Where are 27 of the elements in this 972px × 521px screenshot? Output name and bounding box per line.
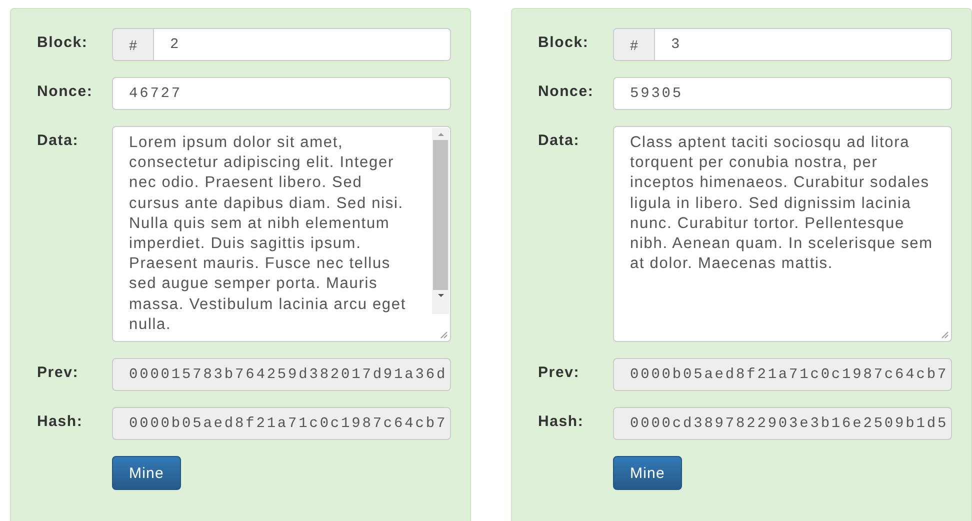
field-label: Nonce: xyxy=(538,82,595,102)
hash-field: 0000cd3897822903e3b16e2509b1d5 xyxy=(613,407,952,440)
mine-button[interactable]: Mine xyxy=(112,456,181,490)
data-textarea[interactable]: Lorem ipsum dolor sit amet, consectetur adipiscing elit. Integer nec odio. Praesent libero. Sed cursus ante dapibus diam. Sed nisi. Nulla quis sem at nibh elementum imperdiet. Duis sagittis ipsum. Praesent mauris. Fusce nec tellus sed augue semper porta. Mauris massa. Vestibulum lacinia arcu eget nulla. xyxy=(112,126,451,342)
prev-hash-field: 0000b05aed8f21a71c0c1987c64cb7 xyxy=(613,358,952,391)
field-label: Nonce: xyxy=(37,82,94,102)
resize-grip-icon[interactable] xyxy=(438,329,448,339)
block-number-field[interactable]: 3 xyxy=(655,28,952,61)
nonce-field[interactable]: 59305 xyxy=(613,77,952,110)
field-label: Hash: xyxy=(538,412,585,432)
field-label: Data: xyxy=(37,131,80,151)
field-label: Prev: xyxy=(37,363,80,383)
field-label: Block: xyxy=(538,33,590,53)
scrollbar[interactable] xyxy=(432,128,449,314)
mine-button[interactable]: Mine xyxy=(613,456,682,490)
hash-addon: # xyxy=(613,28,655,61)
block-number-field[interactable]: 2 xyxy=(154,28,451,61)
hash-addon: # xyxy=(112,28,154,61)
nonce-field[interactable]: 46727 xyxy=(112,77,451,110)
field-label: Hash: xyxy=(37,412,84,432)
prev-hash-field: 000015783b764259d382017d91a36d xyxy=(112,358,451,391)
hash-field: 0000b05aed8f21a71c0c1987c64cb7 xyxy=(112,407,451,440)
field-label: Data: xyxy=(538,131,581,151)
resize-grip-icon[interactable] xyxy=(939,329,949,339)
field-label: Block: xyxy=(37,33,89,53)
field-label: Prev: xyxy=(538,363,581,383)
data-textarea[interactable]: Class aptent taciti sociosqu ad litora torquent per conubia nostra, per inceptos himenaeos. Curabitur sodales ligula in libero. Sed dignissim lacinia nunc. Curabitur tortor. Pellentesque nibh. Aenean quam. In scelerisque sem at dolor. Maecenas mattis. xyxy=(613,126,952,342)
